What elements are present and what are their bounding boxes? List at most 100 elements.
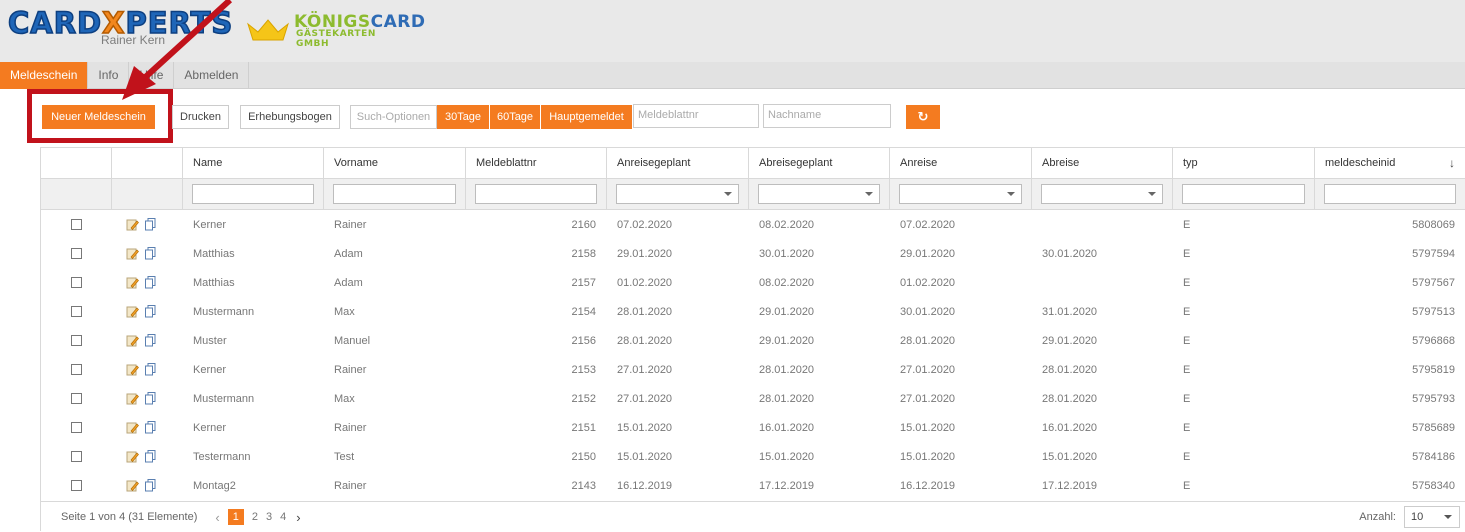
filter-text-input[interactable] (1182, 184, 1305, 204)
header-meldescheinid-column[interactable]: meldescheinid ↓ (1315, 148, 1465, 178)
filter-60-days-button[interactable]: 60Tage (490, 105, 540, 129)
row-checkbox[interactable] (70, 480, 82, 491)
edit-icon[interactable] (126, 334, 139, 347)
edit-icon[interactable] (126, 218, 139, 231)
table-row[interactable]: Kerner Rainer 2153 27.01.2020 28.01.2020 27.0… (41, 355, 1465, 384)
anreisegeplant-cell: 28.01.2020 (617, 334, 673, 347)
header-name-column[interactable]: Name (183, 148, 324, 178)
table-row[interactable]: Testermann Test 2150 15.01.2020 15.01.2020 15… (41, 442, 1465, 471)
search-options-button[interactable]: Such-Optionen (350, 105, 437, 129)
row-checkbox[interactable] (70, 393, 82, 404)
abreise-cell: 28.01.2020 (1042, 392, 1098, 405)
row-checkbox[interactable] (70, 451, 82, 462)
pager-page-3[interactable]: 3 (266, 511, 272, 523)
header-anreisegeplant-column[interactable]: Anreisegeplant (607, 148, 749, 178)
meldeblattnr-cell: 2151 (571, 421, 596, 434)
filter-cell-anreise-column (890, 179, 1032, 209)
page-size-select[interactable]: 10 (1404, 506, 1460, 528)
table-row[interactable]: Matthias Adam 2157 01.02.2020 08.02.2020 01.0… (41, 268, 1465, 297)
column-header-label: Anreisegeplant (617, 157, 691, 169)
row-checkbox[interactable] (70, 219, 82, 230)
header-anreise-column[interactable]: Anreise (890, 148, 1032, 178)
name-cell: Montag2 (193, 479, 236, 492)
row-checkbox[interactable] (70, 277, 82, 288)
copy-icon[interactable] (145, 392, 156, 405)
filter-date-select[interactable] (1041, 184, 1163, 204)
sort-descending-icon[interactable]: ↓ (1449, 156, 1455, 170)
table-row[interactable]: Mustermann Max 2152 27.01.2020 28.01.2020 27.… (41, 384, 1465, 413)
edit-icon[interactable] (126, 247, 139, 260)
typ-cell: E (1183, 363, 1191, 376)
survey-button[interactable]: Erhebungsbogen (240, 105, 340, 129)
table-row[interactable]: Mustermann Max 2154 28.01.2020 29.01.2020 30.… (41, 297, 1465, 326)
crown-icon (247, 19, 289, 41)
pager-page-4[interactable]: 4 (280, 511, 286, 523)
pager-page-1[interactable]: 1 (227, 509, 244, 525)
copy-icon[interactable] (145, 276, 156, 289)
typ-cell: E (1183, 392, 1191, 405)
copy-icon[interactable] (145, 421, 156, 434)
edit-icon[interactable] (126, 363, 139, 376)
chevron-down-icon (1007, 192, 1015, 196)
abreisegeplant-cell: 29.01.2020 (759, 305, 815, 318)
typ-cell: E (1183, 247, 1191, 260)
copy-icon[interactable] (145, 218, 156, 231)
header-typ-column[interactable]: typ (1173, 148, 1315, 178)
header-select-column (41, 148, 112, 178)
filter-30-days-button[interactable]: 30Tage (437, 105, 489, 129)
edit-icon[interactable] (126, 276, 139, 289)
edit-icon[interactable] (126, 479, 139, 492)
meldeblattnr-cell: 2160 (571, 218, 596, 231)
vorname-cell: Adam (334, 247, 363, 260)
filter-text-input[interactable] (333, 184, 456, 204)
filter-date-select[interactable] (899, 184, 1022, 204)
row-checkbox[interactable] (70, 306, 82, 317)
typ-cell: E (1183, 479, 1191, 492)
pager-next-button[interactable]: › (296, 510, 300, 525)
row-checkbox[interactable] (70, 364, 82, 375)
meldescheinid-cell: 5797513 (1412, 305, 1455, 318)
edit-icon[interactable] (126, 450, 139, 463)
header-vorname-column[interactable]: Vorname (324, 148, 466, 178)
copy-icon[interactable] (145, 305, 156, 318)
copy-icon[interactable] (145, 334, 156, 347)
meldeblattnr-search-input[interactable]: Meldeblattnr (633, 104, 759, 128)
table-row[interactable]: Matthias Adam 2158 29.01.2020 30.01.2020 29.0… (41, 239, 1465, 268)
filter-text-input[interactable] (1324, 184, 1456, 204)
table-row[interactable]: Kerner Rainer 2160 07.02.2020 08.02.2020 07.0… (41, 210, 1465, 239)
row-checkbox[interactable] (70, 335, 82, 346)
table-row[interactable]: Kerner Rainer 2151 15.01.2020 16.01.2020 15.0… (41, 413, 1465, 442)
header-abreise-column[interactable]: Abreise (1032, 148, 1173, 178)
copy-icon[interactable] (145, 479, 156, 492)
grid-header-row: Name Vorname Meldeblattnr Anreisegeplant Abr… (41, 148, 1465, 179)
row-checkbox[interactable] (70, 422, 82, 433)
anreisegeplant-cell: 28.01.2020 (617, 305, 673, 318)
edit-icon[interactable] (126, 421, 139, 434)
filter-text-input[interactable] (192, 184, 314, 204)
edit-icon[interactable] (126, 305, 139, 318)
filter-main-registered-button[interactable]: Hauptgemeldet (541, 105, 632, 129)
nachname-search-input[interactable]: Nachname (763, 104, 891, 128)
row-select-cell (41, 268, 112, 297)
name-cell: Mustermann (193, 305, 255, 318)
name-cell: Matthias (193, 276, 235, 289)
header-abreisegeplant-column[interactable]: Abreisegeplant (749, 148, 890, 178)
edit-icon[interactable] (126, 392, 139, 405)
filter-date-select[interactable] (758, 184, 880, 204)
table-row[interactable]: Muster Manuel 2156 28.01.2020 29.01.2020 28.0… (41, 326, 1465, 355)
pager-page-2[interactable]: 2 (252, 511, 258, 523)
row-actions-cell (112, 471, 183, 500)
meldescheinid-cell: 5808069 (1412, 218, 1455, 231)
row-checkbox[interactable] (70, 248, 82, 259)
header-meldeblattnr-column[interactable]: Meldeblattnr (466, 148, 607, 178)
copy-icon[interactable] (145, 247, 156, 260)
abreise-cell: 16.01.2020 (1042, 421, 1098, 434)
table-row[interactable]: Montag2 Rainer 2143 16.12.2019 17.12.2019 16.… (41, 471, 1465, 500)
refresh-button[interactable]: ↻ (906, 105, 940, 129)
copy-icon[interactable] (145, 450, 156, 463)
copy-icon[interactable] (145, 363, 156, 376)
filter-text-input[interactable] (475, 184, 597, 204)
filter-date-select[interactable] (616, 184, 739, 204)
row-select-cell (41, 210, 112, 239)
typ-cell: E (1183, 334, 1191, 347)
